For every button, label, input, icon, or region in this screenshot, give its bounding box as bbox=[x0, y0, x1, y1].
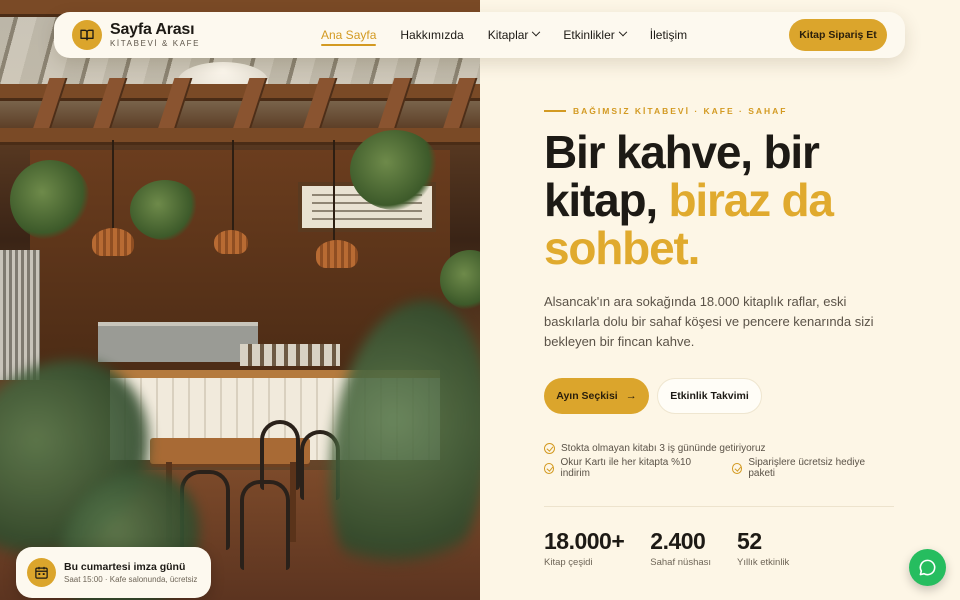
brand-tagline: KİTABEVİ & KAFE bbox=[110, 39, 201, 48]
stat-label: Kitap çeşidi bbox=[544, 557, 593, 568]
nav-item-iletisim[interactable]: İletişim bbox=[650, 12, 687, 58]
stat-value: 2.400 bbox=[650, 528, 706, 554]
event-subtitle: Saat 15:00 · Kafe salonunda, ücretsiz bbox=[64, 574, 198, 584]
nav-item-label: Hakkımızda bbox=[400, 28, 464, 42]
nav-item-label: Kitaplar bbox=[487, 28, 529, 42]
stat-label: Sahaf nüshası bbox=[650, 557, 712, 568]
chevron-down-icon bbox=[618, 27, 628, 37]
check-circle-icon bbox=[544, 462, 555, 474]
stat-value: 52 bbox=[737, 528, 762, 554]
hero-lead-text: Alsancak'ın ara sokağında 18.000 kitaplı… bbox=[544, 294, 874, 349]
monthly-pick-button[interactable]: Ayın Seçkisi → bbox=[544, 378, 649, 414]
stat-value: 18.000+ bbox=[544, 528, 625, 554]
feature-text: Okur Kartı ile her kitapta %10 indirim bbox=[560, 457, 692, 479]
feature-text: Stokta olmayan kitabı 3 iş gününde getir… bbox=[561, 442, 766, 454]
hero-cta-row: Ayın Seçkisi → Etkinlik Takvimi bbox=[544, 378, 904, 414]
stat-label: Yıllık etkinlik bbox=[737, 557, 790, 568]
nav-item-kitaplar[interactable]: Kitaplar bbox=[487, 12, 541, 58]
order-book-button[interactable]: Kitap Sipariş Et bbox=[789, 19, 887, 51]
main-menu: Ana Sayfa Hakkımızda Kitaplar Etkinlikle… bbox=[321, 12, 711, 58]
nav-item-ana-sayfa[interactable]: Ana Sayfa bbox=[321, 12, 377, 58]
monthly-pick-label: Ayın Seçkisi bbox=[556, 390, 618, 402]
arrow-right-icon: → bbox=[625, 390, 637, 402]
check-circle-icon bbox=[731, 462, 743, 474]
nav-item-label: Ana Sayfa bbox=[321, 28, 377, 42]
event-calendar-label: Etkinlik Takvimi bbox=[670, 390, 749, 402]
stats-row: 18.000+ Kitap çeşidi 2.400 Sahaf nüshası… bbox=[544, 527, 904, 568]
nav-item-hakkimizda[interactable]: Hakkımızda bbox=[400, 12, 463, 58]
top-navbar: Sayfa Arası KİTABEVİ & KAFE Ana Sayfa Ha… bbox=[54, 12, 905, 58]
hero-headline: Bir kahve, bir kitap, biraz da sohbet. bbox=[544, 128, 874, 272]
feature-item: Siparişlere ücretsiz hediye paketi bbox=[731, 457, 886, 479]
upcoming-event-card[interactable]: Bu cumartesi imza günü Saat 15:00 · Kafe… bbox=[16, 547, 211, 598]
nav-item-label: İletişim bbox=[649, 28, 688, 42]
hero-content: BAĞIMSIZ KİTABEVİ · KAFE · SAHAF Bir kah… bbox=[544, 100, 904, 568]
feature-text: Siparişlere ücretsiz hediye paketi bbox=[748, 457, 866, 479]
hero-eyebrow: BAĞIMSIZ KİTABEVİ · KAFE · SAHAF bbox=[544, 100, 904, 122]
open-book-icon bbox=[72, 20, 102, 50]
stat-item: 52 Yıllık etkinlik bbox=[737, 527, 789, 568]
event-title: Bu cumartesi imza günü bbox=[64, 560, 186, 573]
eyebrow-divider-line bbox=[544, 110, 566, 112]
hero-photo-cafe-interior bbox=[0, 0, 480, 600]
nav-item-etkinlikler[interactable]: Etkinlikler bbox=[563, 12, 628, 58]
feature-list: Stokta olmayan kitabı 3 iş gününde getir… bbox=[544, 438, 904, 479]
chat-button[interactable] bbox=[909, 549, 946, 586]
feature-item: Stokta olmayan kitabı 3 iş gününde getir… bbox=[544, 442, 766, 454]
chat-bubble-icon bbox=[919, 559, 936, 576]
stat-item: 2.400 Sahaf nüshası bbox=[650, 527, 711, 568]
calendar-icon bbox=[27, 558, 56, 587]
nav-item-label: Etkinlikler bbox=[563, 28, 615, 42]
chevron-down-icon bbox=[532, 27, 541, 37]
brand-name: Sayfa Arası bbox=[110, 21, 195, 38]
check-circle-icon bbox=[544, 442, 555, 454]
brand-logo-link[interactable]: Sayfa Arası KİTABEVİ & KAFE bbox=[72, 20, 312, 50]
feature-item: Okur Kartı ile her kitapta %10 indirim bbox=[544, 457, 714, 479]
event-calendar-button[interactable]: Etkinlik Takvimi bbox=[657, 378, 762, 414]
eyebrow-text: BAĞIMSIZ KİTABEVİ · KAFE · SAHAF bbox=[573, 106, 788, 116]
stat-item: 18.000+ Kitap çeşidi bbox=[544, 527, 625, 568]
stats-divider bbox=[544, 506, 894, 507]
